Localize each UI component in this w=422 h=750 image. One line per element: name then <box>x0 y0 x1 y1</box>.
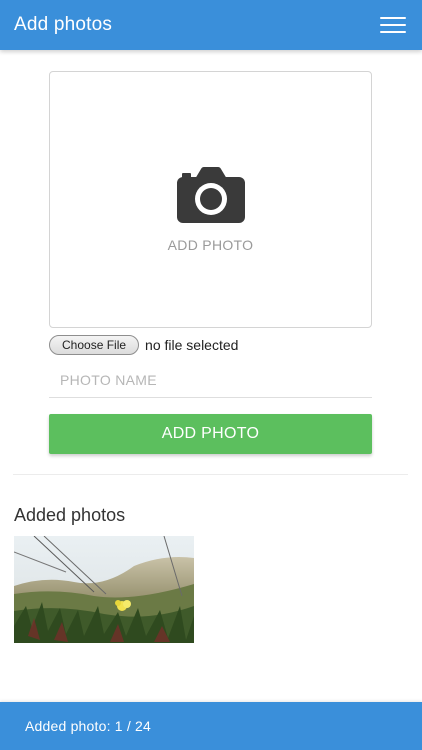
app-header: Add photos <box>0 0 422 50</box>
app-root: Add photos ADD PHOTO Choose File no file… <box>0 0 422 750</box>
photo-name-input[interactable] <box>49 362 372 398</box>
add-photo-button[interactable]: ADD PHOTO <box>49 414 372 454</box>
app-footer: Added photo: 1 / 24 <box>0 702 422 750</box>
upload-label: ADD PHOTO <box>167 236 254 253</box>
menu-bar <box>380 31 406 33</box>
camera-icon <box>176 166 245 223</box>
added-photos-heading: Added photos <box>14 505 126 525</box>
section-divider <box>13 474 408 475</box>
photo-thumbnail[interactable] <box>14 536 194 643</box>
choose-file-button[interactable]: Choose File <box>49 335 140 355</box>
photo-image <box>14 536 194 643</box>
menu-bar <box>380 17 406 19</box>
file-status-text: no file selected <box>145 337 239 353</box>
file-chooser-row: Choose File no file selected <box>49 334 238 356</box>
page-title: Add photos <box>14 14 113 35</box>
photo-upload-area[interactable]: ADD PHOTO <box>49 71 372 328</box>
photo-count-status: Added photo: 1 / 24 <box>25 718 152 734</box>
hamburger-menu-icon[interactable] <box>380 15 408 35</box>
menu-bar <box>380 24 406 26</box>
